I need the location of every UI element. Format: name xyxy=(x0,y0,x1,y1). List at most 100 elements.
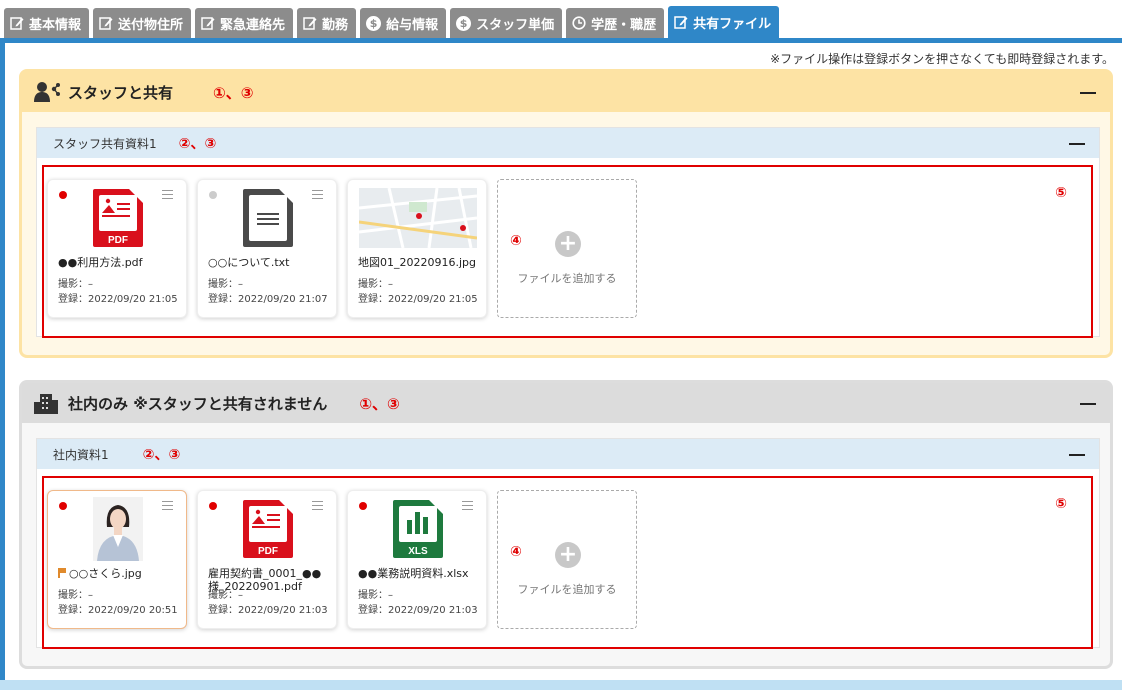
collapse-button[interactable] xyxy=(1069,143,1085,145)
edit-icon xyxy=(99,16,113,30)
section-header: スタッフと共有 ①、③ xyxy=(22,72,1110,112)
plus-icon: + xyxy=(555,231,581,257)
dollar-icon: $ xyxy=(366,15,382,31)
registered-date: 登録：2022/09/20 21:05 xyxy=(58,294,178,305)
file-card[interactable]: ○○さくら.jpg 撮影：– 登録：2022/09/20 20:51 xyxy=(47,490,187,629)
registered-date: 登録：2022/09/20 20:51 xyxy=(58,605,178,616)
tab-label: 緊急連絡先 xyxy=(220,17,286,33)
menu-icon[interactable] xyxy=(162,190,173,199)
collapse-button[interactable] xyxy=(1069,454,1085,456)
edit-icon xyxy=(303,16,317,30)
pdf-label: PDF xyxy=(258,546,278,557)
menu-icon[interactable] xyxy=(162,501,173,510)
clock-icon xyxy=(572,16,586,30)
file-name: ●●利用方法.pdf xyxy=(58,256,143,269)
tab-bar: 基本情報 送付物住所 緊急連絡先 勤務 $ 給与情報 $ スタッフ単価 学歴・職… xyxy=(0,0,1122,38)
edit-icon xyxy=(201,16,215,30)
file-card[interactable]: XLS ●●業務説明資料.xlsx 撮影：– 登録：2022/09/20 21:… xyxy=(347,490,487,629)
tab-emergency-contact[interactable]: 緊急連絡先 xyxy=(195,8,294,38)
annotation-mark: ①、③ xyxy=(213,83,254,102)
file-meta: 撮影：– 登録：2022/09/20 21:05 xyxy=(58,277,178,307)
section-internal-only: 社内のみ ※スタッフと共有されません ①、③ 社内資料1 ②、③ ○○さくら.j… xyxy=(19,380,1113,669)
tab-mailing-address[interactable]: 送付物住所 xyxy=(93,8,192,38)
tab-label: 基本情報 xyxy=(29,17,82,33)
file-meta: 撮影：– 登録：2022/09/20 21:07 xyxy=(208,277,328,307)
pdf-file-icon: PDF xyxy=(88,186,148,250)
registered-date: 登録：2022/09/20 21:03 xyxy=(358,605,478,616)
tab-staff-rate[interactable]: $ スタッフ単価 xyxy=(450,8,563,38)
file-card[interactable]: PDF 雇用契約書_0001_●●様_20220901.pdf 撮影：– 登録：… xyxy=(197,490,337,629)
tab-label: 共有ファイル xyxy=(693,16,772,32)
status-dot xyxy=(209,502,217,510)
file-meta: 撮影：– 登録：2022/09/20 21:03 xyxy=(358,588,478,618)
file-name: ○○さくら.jpg xyxy=(58,567,182,580)
collapse-button[interactable] xyxy=(1080,92,1096,94)
tab-label: 給与情報 xyxy=(386,17,439,33)
subsection-title: スタッフ共有資料1 xyxy=(53,136,157,151)
file-card[interactable]: 地図01_20220916.jpg 撮影：– 登録：2022/09/20 21:… xyxy=(347,179,487,318)
file-area: ○○さくら.jpg 撮影：– 登録：2022/09/20 20:51 PDF 雇… xyxy=(42,476,1093,649)
subsection-title: 社内資料1 xyxy=(53,447,109,462)
section-title: スタッフと共有 xyxy=(68,83,174,102)
add-file-label: ファイルを追加する xyxy=(517,272,617,285)
text-file-icon xyxy=(238,186,298,250)
status-dot xyxy=(359,502,367,510)
xls-label: XLS xyxy=(408,546,428,557)
tab-label: 勤務 xyxy=(322,17,349,33)
dollar-icon: $ xyxy=(456,15,472,31)
file-meta: 撮影：– 登録：2022/09/20 21:03 xyxy=(208,588,328,618)
file-meta: 撮影：– 登録：2022/09/20 21:05 xyxy=(358,277,478,307)
subsection-staff-shared-1: スタッフ共有資料1 ②、③ PDF ●●利用方法.pdf 撮影：– 登録：202… xyxy=(36,127,1100,338)
file-card[interactable]: PDF ●●利用方法.pdf 撮影：– 登録：2022/09/20 21:05 xyxy=(47,179,187,318)
file-name-text: ○○さくら.jpg xyxy=(69,567,142,580)
registered-date: 登録：2022/09/20 21:05 xyxy=(358,294,478,305)
file-name: ○○について.txt xyxy=(208,256,290,269)
annotation-mark: ②、③ xyxy=(178,136,217,152)
edit-icon xyxy=(10,16,24,30)
status-dot xyxy=(59,191,67,199)
add-file-label: ファイルを追加する xyxy=(517,583,617,596)
flag-icon xyxy=(58,568,66,578)
shot-date: 撮影：– xyxy=(358,279,393,290)
shot-date: 撮影：– xyxy=(208,590,243,601)
subsection-header: スタッフ共有資料1 ②、③ xyxy=(37,128,1099,158)
pdf-label: PDF xyxy=(108,235,128,246)
tab-salary[interactable]: $ 給与情報 xyxy=(360,8,447,38)
annotation-mark: ⑤ xyxy=(1055,185,1067,201)
plus-icon: + xyxy=(555,542,581,568)
edit-icon xyxy=(674,15,688,29)
subsection-header: 社内資料1 ②、③ xyxy=(37,439,1099,469)
building-icon xyxy=(34,394,58,414)
tab-basic-info[interactable]: 基本情報 xyxy=(4,8,90,38)
annotation-mark: ④ xyxy=(510,233,522,249)
annotation-mark: ①、③ xyxy=(359,394,400,413)
status-dot xyxy=(59,502,67,510)
photo-thumbnail xyxy=(88,497,148,561)
file-meta: 撮影：– 登録：2022/09/20 20:51 xyxy=(58,588,178,618)
subsection-internal-1: 社内資料1 ②、③ ○○さくら.jpg 撮影：– 登録：2022/09/20 2… xyxy=(36,438,1100,649)
pdf-file-icon: PDF xyxy=(238,497,298,561)
notice-text: ※ファイル操作は登録ボタンを押さなくても即時登録されます。 xyxy=(770,52,1114,66)
bottom-strip xyxy=(0,680,1122,690)
tab-shared-files[interactable]: 共有ファイル xyxy=(668,6,780,38)
registered-date: 登録：2022/09/20 21:03 xyxy=(208,605,328,616)
menu-icon[interactable] xyxy=(312,190,323,199)
section-title: 社内のみ ※スタッフと共有されません xyxy=(68,394,328,413)
menu-icon[interactable] xyxy=(462,501,473,510)
collapse-button[interactable] xyxy=(1080,403,1096,405)
file-card[interactable]: ○○について.txt 撮影：– 登録：2022/09/20 21:07 xyxy=(197,179,337,318)
shot-date: 撮影：– xyxy=(208,279,243,290)
user-share-icon xyxy=(34,82,60,102)
registered-date: 登録：2022/09/20 21:07 xyxy=(208,294,328,305)
tab-work[interactable]: 勤務 xyxy=(297,8,357,38)
status-dot xyxy=(209,191,217,199)
file-area: PDF ●●利用方法.pdf 撮影：– 登録：2022/09/20 21:05 xyxy=(42,165,1093,338)
shot-date: 撮影：– xyxy=(358,590,393,601)
menu-icon[interactable] xyxy=(312,501,323,510)
section-header: 社内のみ ※スタッフと共有されません ①、③ xyxy=(22,383,1110,423)
tab-education[interactable]: 学歴・職歴 xyxy=(566,8,665,38)
section-shared-with-staff: スタッフと共有 ①、③ スタッフ共有資料1 ②、③ PDF ●●利用方法.pdf… xyxy=(19,69,1113,358)
tab-label: 学歴・職歴 xyxy=(591,17,657,33)
annotation-mark: ④ xyxy=(510,544,522,560)
annotation-mark: ⑤ xyxy=(1055,496,1067,512)
